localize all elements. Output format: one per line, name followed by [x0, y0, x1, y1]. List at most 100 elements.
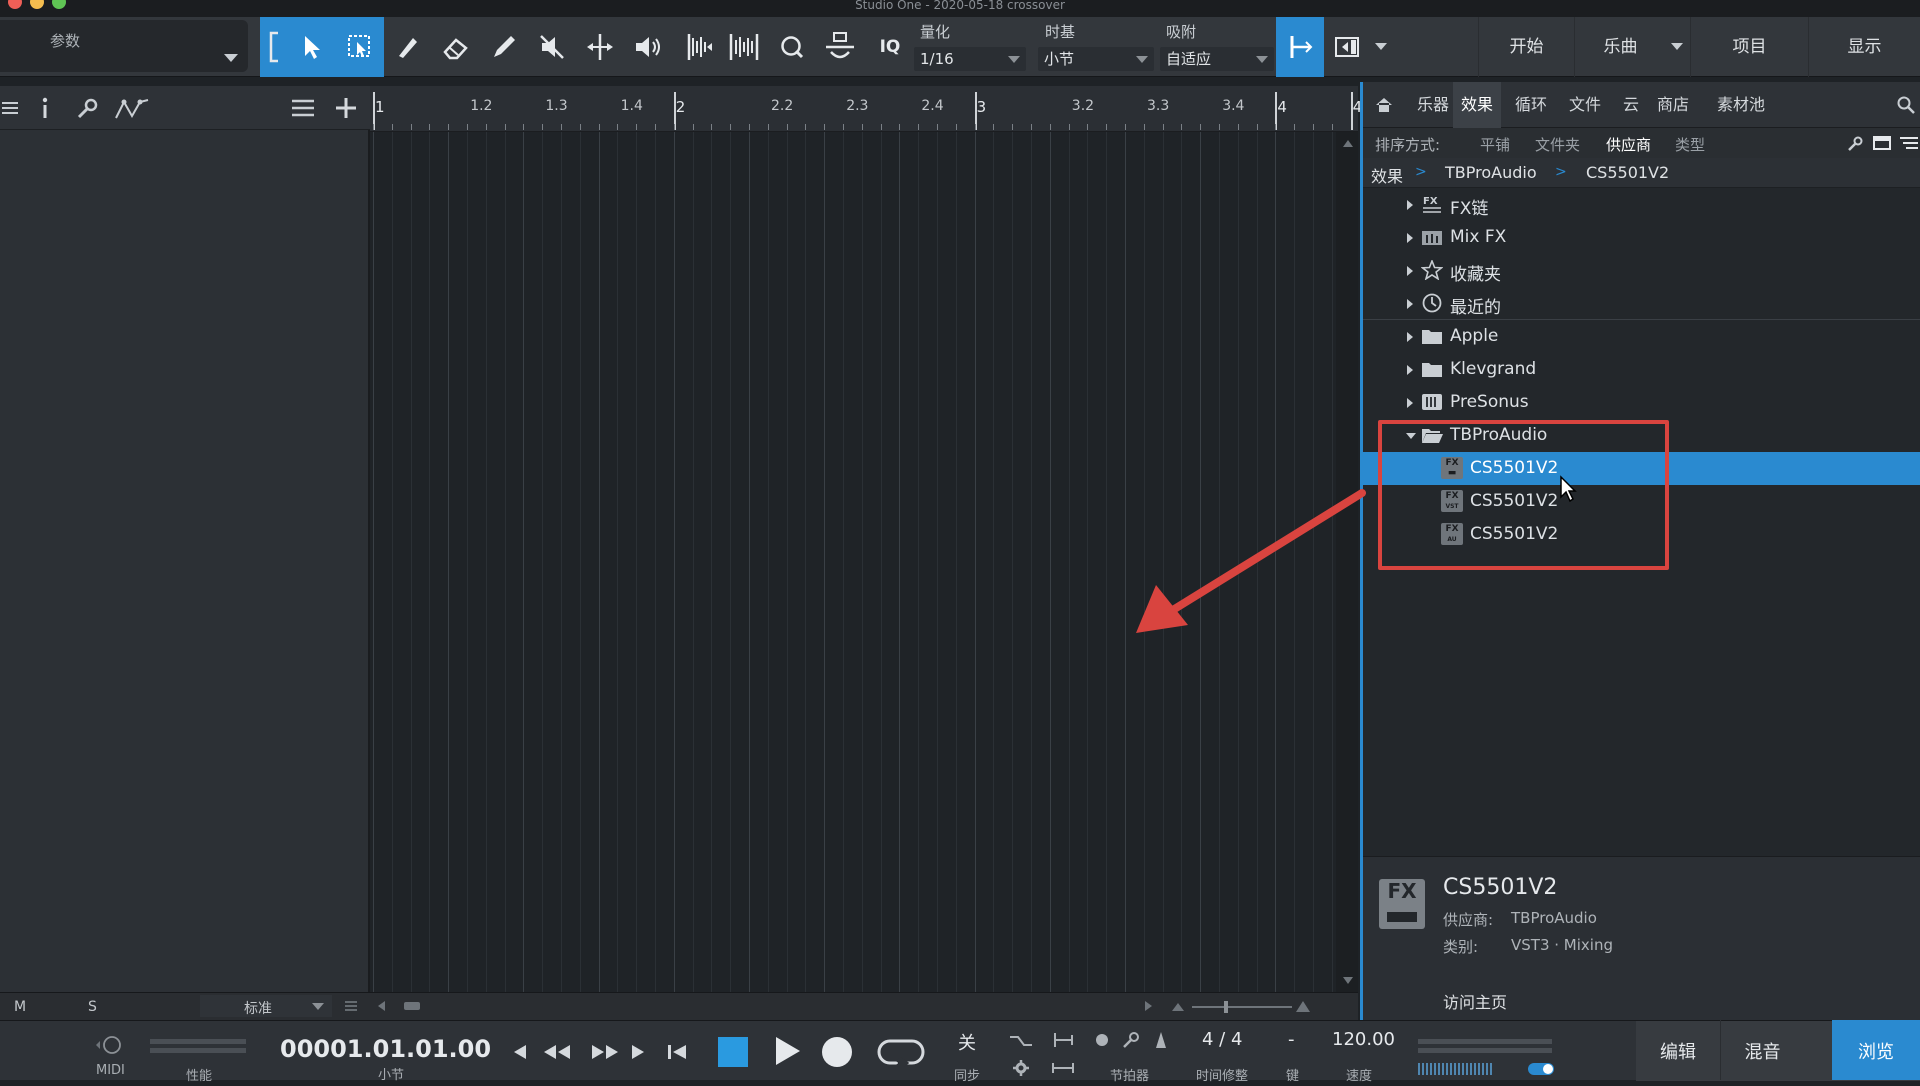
tab-files[interactable]: 文件	[1561, 82, 1609, 128]
gear-icon[interactable]	[1012, 1059, 1030, 1077]
volume-toggle[interactable]	[1528, 1063, 1554, 1075]
bend-tool-icon[interactable]	[580, 17, 620, 77]
precount-icon[interactable]	[1096, 1034, 1108, 1046]
breadcrumb-item[interactable]: 效果	[1371, 163, 1403, 187]
return-to-zero-icon[interactable]	[666, 1043, 688, 1061]
visit-homepage-link[interactable]: 访问主页	[1443, 989, 1507, 1013]
nav-project[interactable]: 项目	[1690, 17, 1808, 77]
zoom-slider[interactable]	[1170, 999, 1310, 1015]
next-marker-icon[interactable]	[630, 1043, 648, 1061]
split-tool-icon[interactable]	[388, 17, 428, 77]
chevron-right-icon[interactable]	[1407, 398, 1413, 408]
tree-item-mix-fx[interactable]: Mix FX	[1363, 221, 1920, 254]
add-track-icon[interactable]	[334, 96, 358, 120]
wrench-icon[interactable]	[1847, 136, 1863, 152]
quantize-tool-icon[interactable]	[820, 17, 860, 77]
mute-all-button[interactable]: M	[14, 999, 26, 1015]
autoscroll-icon[interactable]	[1328, 17, 1366, 77]
quantize-select[interactable]: 1/16	[914, 47, 1026, 71]
tab-cloud[interactable]: 云	[1615, 82, 1647, 128]
stop-button[interactable]	[718, 1037, 748, 1067]
tree-item-klevgrand[interactable]: Klevgrand	[1363, 353, 1920, 386]
tab-pool[interactable]: 素材池	[1709, 82, 1773, 128]
home-icon[interactable]	[1375, 97, 1393, 113]
tab-loops[interactable]: 循环	[1507, 82, 1555, 128]
scroll-down-icon[interactable]	[1342, 976, 1354, 986]
parameter-selector[interactable]: 参数	[0, 20, 248, 72]
nav-song[interactable]: 乐曲	[1574, 17, 1666, 77]
view-mix-button[interactable]: 混音	[1720, 1020, 1804, 1080]
time-unit-label[interactable]: 小节	[378, 1064, 404, 1083]
chevron-down-icon[interactable]	[1406, 433, 1416, 439]
eraser-tool-icon[interactable]	[436, 17, 476, 77]
tab-instruments[interactable]: 乐器	[1409, 82, 1457, 128]
tree-item-cs5501v2-vst3[interactable]: FX ▬ CS5501V2	[1363, 452, 1920, 485]
sort-option-flat[interactable]: 平铺	[1480, 134, 1510, 155]
fast-forward-icon[interactable]	[590, 1043, 620, 1061]
solo-all-button[interactable]: S	[88, 999, 97, 1015]
range-bracket-icon[interactable]	[262, 17, 286, 77]
nav-show[interactable]: 显示	[1808, 17, 1920, 77]
chevron-right-icon[interactable]	[1407, 332, 1413, 342]
tab-effects[interactable]: 效果	[1453, 82, 1502, 128]
tree-item-fx-chains[interactable]: FX FX链	[1363, 188, 1920, 221]
sort-option-vendor[interactable]: 供应商	[1606, 134, 1651, 155]
scroll-up-icon[interactable]	[1342, 138, 1354, 148]
tab-shop[interactable]: 商店	[1649, 82, 1697, 128]
snap-select[interactable]: 自适应	[1160, 47, 1274, 71]
preroll-icon[interactable]	[1008, 1033, 1034, 1049]
menu-icon[interactable]	[2, 100, 18, 116]
tree-item-cs5501v2-au[interactable]: FX AU CS5501V2	[1363, 518, 1920, 551]
sort-option-type[interactable]: 类型	[1675, 134, 1705, 155]
track-view-select[interactable]: 标准	[200, 995, 332, 1017]
automation-icon[interactable]	[114, 96, 150, 122]
tree-item-cs5501v2-vst[interactable]: FX VST CS5501V2	[1363, 485, 1920, 518]
punch-icon[interactable]	[1052, 1031, 1076, 1049]
view-edit-button[interactable]: 编辑	[1636, 1020, 1720, 1080]
chevron-right-icon[interactable]	[1407, 266, 1413, 276]
breadcrumb-item[interactable]: CS5501V2	[1586, 163, 1669, 182]
view-browse-button[interactable]: 浏览	[1832, 1020, 1920, 1080]
range-tool-icon[interactable]	[340, 17, 380, 77]
scroll-left-icon[interactable]	[376, 1000, 386, 1012]
tree-item-apple[interactable]: Apple	[1363, 320, 1920, 353]
play-button[interactable]	[774, 1035, 802, 1067]
inspector-info-icon[interactable]	[40, 96, 50, 120]
pencil-tool-icon[interactable]	[484, 17, 524, 77]
metronome-icon[interactable]	[1152, 1031, 1170, 1049]
previous-marker-icon[interactable]	[510, 1043, 528, 1061]
arrow-tool-icon[interactable]	[292, 17, 332, 77]
nav-start[interactable]: 开始	[1478, 17, 1574, 77]
audiobend-left-icon[interactable]	[678, 17, 718, 77]
tempo-value[interactable]: 120.00	[1332, 1029, 1395, 1050]
tree-item-presonus[interactable]: PreSonus	[1363, 386, 1920, 419]
track-list-options-icon[interactable]	[290, 98, 316, 118]
sync-state[interactable]: 关	[958, 1029, 976, 1055]
tree-item-recent[interactable]: 最近的	[1363, 287, 1920, 320]
timeline-ruler[interactable]: 11.21.31.422.22.32.433.23.33.444.	[370, 86, 1367, 132]
mute-tool-icon[interactable]	[532, 17, 572, 77]
iq-button[interactable]: IQ	[870, 17, 910, 77]
sort-option-folder[interactable]: 文件夹	[1535, 134, 1580, 155]
zoom-tool-icon[interactable]	[772, 17, 812, 77]
search-icon[interactable]	[1897, 96, 1915, 114]
snap-to-grid-button[interactable]	[1276, 17, 1324, 77]
breadcrumb-item[interactable]: TBProAudio	[1445, 163, 1537, 182]
wrench-icon[interactable]	[1122, 1031, 1140, 1049]
chevron-down-icon[interactable]	[1366, 17, 1396, 77]
chevron-right-icon[interactable]	[1407, 299, 1413, 309]
autopunch-icon[interactable]	[1050, 1061, 1076, 1075]
horizontal-scroll-thumb[interactable]	[404, 1002, 420, 1010]
chevron-right-icon[interactable]	[1407, 200, 1413, 210]
tree-item-favorites[interactable]: 收藏夹	[1363, 254, 1920, 287]
wrench-icon[interactable]	[76, 98, 98, 120]
tree-item-tbproaudio[interactable]: TBProAudio	[1363, 419, 1920, 452]
list-icon[interactable]	[344, 1000, 358, 1012]
time-display[interactable]: 00001.01.01.00	[280, 1035, 491, 1063]
chevron-right-icon[interactable]	[1407, 233, 1413, 243]
key-value[interactable]: -	[1288, 1029, 1295, 1050]
listen-tool-icon[interactable]	[628, 17, 668, 77]
timebase-select[interactable]: 小节	[1038, 47, 1154, 71]
rewind-icon[interactable]	[542, 1043, 572, 1061]
record-button[interactable]	[822, 1037, 852, 1067]
